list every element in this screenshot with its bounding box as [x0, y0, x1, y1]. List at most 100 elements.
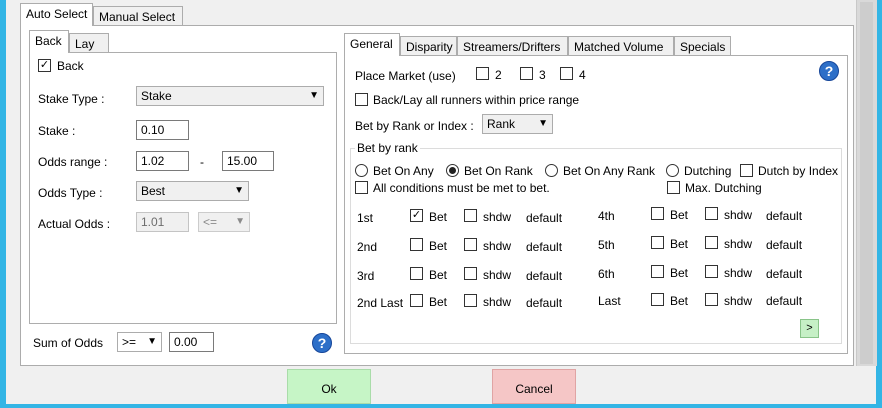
dutch-by-index-checkbox[interactable]: [740, 164, 753, 177]
odds-type-select[interactable]: Best ▼: [136, 181, 249, 201]
odds-max-input[interactable]: 15.00: [222, 151, 274, 171]
tab-label: Auto Select: [26, 7, 88, 21]
odds-min-input[interactable]: 1.02: [136, 151, 189, 171]
place-3-checkbox[interactable]: [520, 67, 533, 80]
radio-dutching-label: Dutching: [684, 164, 732, 178]
tab-manual-select[interactable]: Manual Select: [93, 6, 183, 26]
stake-type-select[interactable]: Stake ▼: [136, 86, 324, 106]
shdw-label: shdw: [483, 239, 512, 253]
tab-label: Manual Select: [99, 10, 176, 24]
radio-bet-on-rank-label: Bet On Rank: [464, 164, 533, 178]
tab-label: Streamers/Drifters: [463, 40, 561, 54]
rank-3rd-shdw-checkbox[interactable]: [464, 267, 477, 280]
place-4-label: 4: [579, 68, 586, 82]
place-4-checkbox[interactable]: [560, 67, 573, 80]
tab-label: Lay: [75, 37, 95, 51]
rank-6th-bet-checkbox[interactable]: [651, 265, 664, 278]
select-value: <=: [203, 215, 218, 229]
shdw-label: shdw: [724, 266, 753, 280]
back-lay-all-checkbox[interactable]: [355, 93, 368, 106]
sum-of-odds-op-select[interactable]: >= ▼: [117, 332, 162, 352]
bet-label: Bet: [670, 237, 689, 251]
bet-label: Bet: [429, 295, 448, 309]
shdw-label: shdw: [483, 210, 512, 224]
dutch-by-index-label: Dutch by Index: [758, 164, 839, 178]
default-label: default: [766, 209, 803, 223]
shdw-label: shdw: [483, 295, 512, 309]
stake-type-label: Stake Type :: [38, 92, 105, 106]
actual-odds-op-select: <= ▼: [198, 212, 250, 232]
chevron-down-icon: ▼: [235, 216, 245, 227]
default-label: default: [526, 211, 563, 225]
max-dutching-label: Max. Dutching: [685, 181, 762, 195]
odds-range-dash: -: [200, 155, 204, 169]
back-checkbox-label: Back: [57, 59, 84, 73]
bet-label: Bet: [670, 266, 689, 280]
help-icon[interactable]: ?: [819, 61, 839, 81]
radio-bet-on-any-label: Bet On Any: [373, 164, 434, 178]
tab-specials[interactable]: Specials: [674, 36, 731, 56]
rank-label: 6th: [598, 267, 615, 281]
tab-back[interactable]: Back: [29, 30, 69, 53]
rank-label: 4th: [598, 209, 615, 223]
chevron-down-icon: ▼: [309, 90, 319, 101]
odds-range-label: Odds range :: [38, 155, 108, 169]
radio-bet-on-any-rank-label: Bet On Any Rank: [563, 164, 656, 178]
bet-label: Bet: [670, 294, 689, 308]
rank-2nd-last-shdw-checkbox[interactable]: [464, 294, 477, 307]
cancel-button[interactable]: Cancel: [492, 369, 576, 404]
select-value: >=: [122, 335, 137, 349]
rank-4th-shdw-checkbox[interactable]: [705, 207, 718, 220]
rank-4th-bet-checkbox[interactable]: [651, 207, 664, 220]
rank-label: 5th: [598, 238, 615, 252]
stake-label: Stake :: [38, 124, 76, 138]
tab-disparity[interactable]: Disparity: [400, 36, 457, 56]
bet-label: Bet: [429, 210, 448, 224]
rank-2nd-last-bet-checkbox[interactable]: [410, 294, 423, 307]
rank-5th-shdw-checkbox[interactable]: [705, 236, 718, 249]
tab-streamers-drifters[interactable]: Streamers/Drifters: [457, 36, 568, 56]
tab-lay[interactable]: Lay: [69, 33, 109, 53]
ok-button[interactable]: Ok: [287, 369, 371, 404]
bet-by-rank-group-title: Bet by rank: [355, 141, 420, 155]
tab-label: Disparity: [406, 40, 453, 54]
place-market-label: Place Market (use): [355, 69, 456, 83]
max-dutching-checkbox[interactable]: [667, 181, 680, 194]
radio-dutching[interactable]: [666, 164, 679, 177]
rank-1st-shdw-checkbox[interactable]: [464, 209, 477, 222]
select-value: Stake: [141, 89, 172, 103]
next-button[interactable]: >: [800, 319, 819, 338]
tab-auto-select[interactable]: Auto Select: [20, 3, 93, 26]
bet-label: Bet: [429, 239, 448, 253]
sum-of-odds-input[interactable]: 0.00: [169, 332, 214, 352]
rank-label: 1st: [357, 211, 374, 225]
rank-2nd-bet-checkbox[interactable]: [410, 238, 423, 251]
chevron-down-icon: ▼: [234, 185, 244, 196]
tab-matched-volume[interactable]: Matched Volume: [568, 36, 674, 56]
scrollbar-thumb[interactable]: [860, 2, 873, 364]
radio-bet-on-any-rank[interactable]: [545, 164, 558, 177]
rank-2nd-shdw-checkbox[interactable]: [464, 238, 477, 251]
rank-last-bet-checkbox[interactable]: [651, 293, 664, 306]
rank-label: 2nd Last: [357, 296, 404, 310]
bet-by-rank-index-select[interactable]: Rank ▼: [482, 114, 553, 134]
default-label: default: [526, 240, 563, 254]
radio-bet-on-rank[interactable]: [446, 164, 459, 177]
tab-general[interactable]: General: [344, 33, 400, 56]
rank-last-shdw-checkbox[interactable]: [705, 293, 718, 306]
rank-5th-bet-checkbox[interactable]: [651, 236, 664, 249]
rank-1st-bet-checkbox[interactable]: ✓: [410, 209, 423, 222]
place-2-checkbox[interactable]: [476, 67, 489, 80]
stake-input[interactable]: 0.10: [136, 120, 189, 140]
rank-label: Last: [598, 294, 621, 308]
all-conditions-checkbox[interactable]: [355, 181, 368, 194]
all-conditions-label: All conditions must be met to bet.: [373, 181, 550, 195]
rank-6th-shdw-checkbox[interactable]: [705, 265, 718, 278]
chevron-down-icon: ▼: [147, 336, 157, 347]
rank-3rd-bet-checkbox[interactable]: [410, 267, 423, 280]
radio-bet-on-any[interactable]: [355, 164, 368, 177]
default-label: default: [766, 294, 803, 308]
back-checkbox[interactable]: ✓: [38, 59, 51, 72]
help-icon[interactable]: ?: [312, 333, 332, 353]
odds-type-label: Odds Type :: [38, 186, 103, 200]
